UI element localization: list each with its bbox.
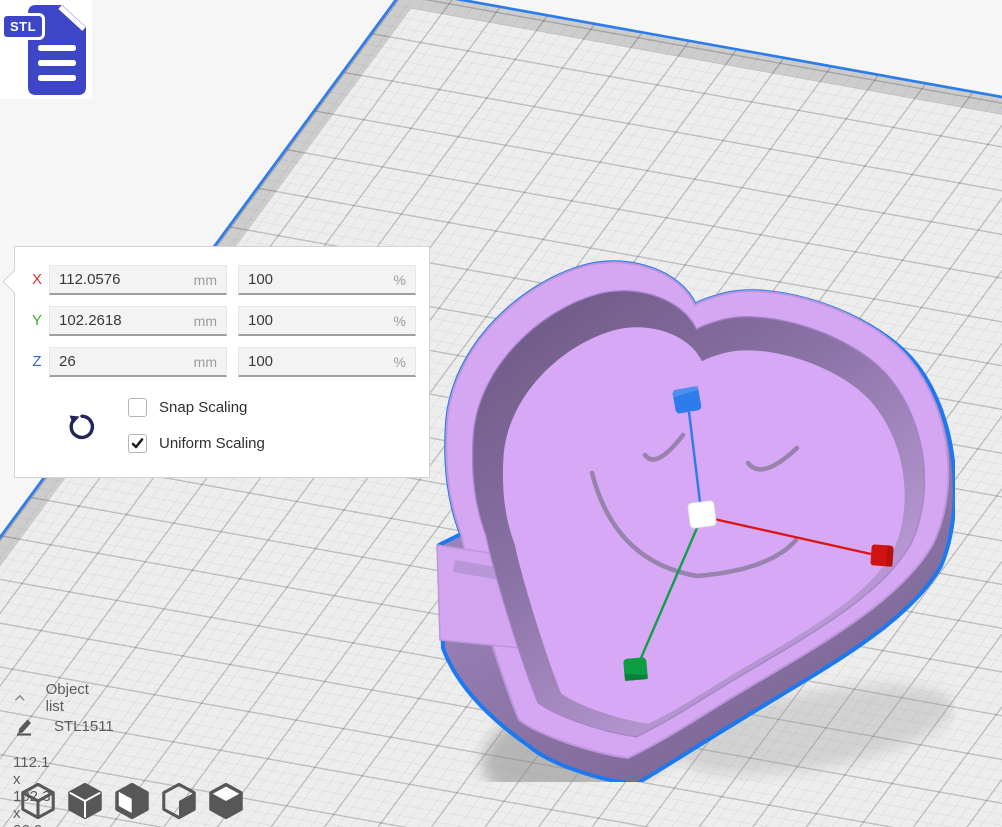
stl-badge: STL [1,13,45,40]
chevron-up-icon [14,693,26,703]
scale-handle-z[interactable] [672,386,702,414]
snap-scaling-label: Snap Scaling [159,399,247,416]
check-icon [131,437,144,450]
scale-z-mm-input[interactable] [50,348,226,375]
scale-y-mm-input[interactable] [50,307,226,334]
scale-handle-y[interactable] [623,657,648,681]
object-list-item[interactable]: STL1511 [14,716,114,736]
uniform-scaling-label: Uniform Scaling [159,435,265,452]
snap-scaling-checkbox[interactable] [128,398,147,417]
scale-row-z: Z mm % [15,347,429,377]
axis-y-label: Y [29,312,45,329]
object-list-header[interactable]: Object list [14,681,93,715]
right-side-view-icon [209,783,243,819]
left-side-view-icon [162,783,196,819]
view-left-button[interactable] [161,783,197,821]
view-top-button[interactable] [114,783,150,821]
axis-x-label: X [29,271,45,288]
uniform-scaling-row: Uniform Scaling [128,434,265,453]
snap-scaling-row: Snap Scaling [128,398,247,417]
object-list-title: Object list [46,681,94,715]
view-front-button[interactable] [67,783,103,821]
stl-file-stamp: STL [0,0,92,99]
scale-tool-panel: X mm % Y mm % Z mm [14,246,430,478]
scale-y-percent-input[interactable] [239,307,415,334]
application-viewport: STL X mm % Y mm % [0,0,1002,827]
scale-x-percent-input[interactable] [239,266,415,293]
edit-pencil-icon [14,716,36,736]
view-right-button[interactable] [208,783,244,821]
reset-scale-button[interactable] [67,411,97,443]
top-view-icon [115,783,149,819]
uniform-scaling-checkbox[interactable] [128,434,147,453]
view-3d-button[interactable] [20,783,56,821]
scale-handle-x[interactable] [870,544,893,566]
scale-handle-center[interactable] [688,501,717,529]
scale-z-percent-input[interactable] [239,348,415,375]
3d-view-icon [21,783,55,819]
camera-view-toolbar [20,783,244,821]
scale-x-mm-input[interactable] [50,266,226,293]
stl-badge-label: STL [10,19,36,34]
object-item-name: STL1511 [54,718,114,735]
reset-icon [67,411,97,443]
axis-z-label: Z [29,353,45,370]
front-view-icon [68,783,102,819]
model-heart-mold[interactable] [425,252,955,782]
scale-row-y: Y mm % [15,306,429,336]
scale-row-x: X mm % [15,265,429,295]
